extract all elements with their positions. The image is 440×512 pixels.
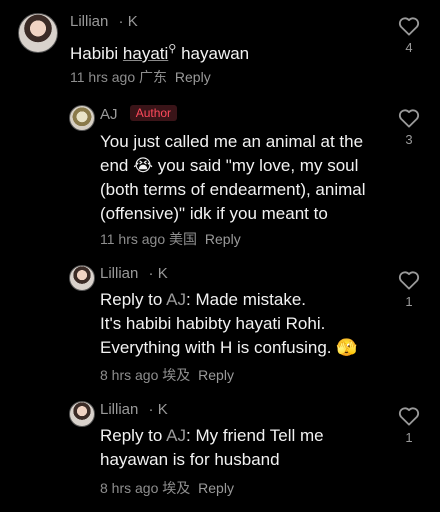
- comment-meta: Lillian · K: [70, 13, 138, 30]
- heart-outline-icon: [398, 109, 420, 128]
- author-name[interactable]: Lillian: [70, 13, 108, 30]
- author-suffix: · K: [118, 13, 138, 30]
- heart-outline-icon: [398, 17, 420, 36]
- avatar[interactable]: [69, 105, 95, 131]
- comment-meta: Lillian · K: [100, 401, 168, 418]
- heart-outline-icon: [398, 407, 420, 426]
- comment-timestamp: 11 hrs ago 美国 Reply: [100, 231, 241, 247]
- reply-button[interactable]: Reply: [198, 480, 234, 496]
- like-button[interactable]: 1: [397, 270, 421, 309]
- reply-button[interactable]: Reply: [205, 231, 241, 247]
- avatar[interactable]: [69, 401, 95, 427]
- comment-timestamp: 8 hrs ago 埃及 Reply: [100, 367, 234, 383]
- author-name[interactable]: Lillian: [100, 401, 138, 418]
- author-suffix: · K: [148, 401, 168, 418]
- comment-meta: AJ Author: [100, 105, 178, 123]
- like-count: 4: [405, 40, 413, 55]
- like-button[interactable]: 1: [397, 406, 421, 445]
- reply-comment: Lillian · K Reply to AJ: Made mistake. I…: [0, 255, 440, 390]
- author-suffix: · K: [148, 265, 168, 282]
- comment-meta: Lillian · K: [100, 265, 168, 282]
- emoji: 🫣: [336, 338, 358, 357]
- reply-button[interactable]: Reply: [175, 69, 211, 85]
- comment-top-level: Lillian · K Habibi hayati⚲ hayawan 11 hr…: [0, 0, 440, 95]
- reply-comment: Lillian · K Reply to AJ: My friend Tell …: [0, 391, 440, 512]
- like-button[interactable]: 3: [397, 108, 421, 147]
- avatar[interactable]: [69, 265, 95, 291]
- heart-outline-icon: [398, 271, 420, 290]
- reply-to-label: Reply to: [100, 290, 163, 309]
- author-badge: Author: [129, 105, 178, 121]
- avatar[interactable]: [18, 13, 58, 53]
- reply-target[interactable]: AJ: [166, 426, 186, 445]
- reply-to-label: Reply to: [100, 426, 163, 445]
- like-count: 1: [405, 294, 413, 309]
- author-name[interactable]: Lillian: [100, 265, 138, 282]
- crying-emoji: 😭: [133, 156, 153, 175]
- comment-timestamp: 11 hrs ago 广东 Reply: [70, 69, 211, 85]
- reply-target[interactable]: AJ: [166, 290, 186, 309]
- like-button[interactable]: 4: [397, 16, 421, 55]
- comment-text: Habibi hayati⚲ hayawan: [70, 43, 250, 63]
- reply-button[interactable]: Reply: [198, 367, 234, 383]
- comment-text: You just called me an animal at the end …: [100, 132, 366, 223]
- comment-text: Reply to AJ: Made mistake. It's habibi h…: [100, 290, 358, 357]
- like-count: 1: [405, 430, 413, 445]
- like-count: 3: [405, 132, 413, 147]
- comment-text: Reply to AJ: My friend Tell me hayawan i…: [100, 426, 324, 469]
- search-link[interactable]: hayati: [123, 44, 168, 63]
- comment-timestamp: 8 hrs ago 埃及 Reply: [100, 480, 234, 496]
- reply-comment: AJ Author You just called me an animal a…: [0, 95, 440, 255]
- author-name[interactable]: AJ: [100, 106, 118, 123]
